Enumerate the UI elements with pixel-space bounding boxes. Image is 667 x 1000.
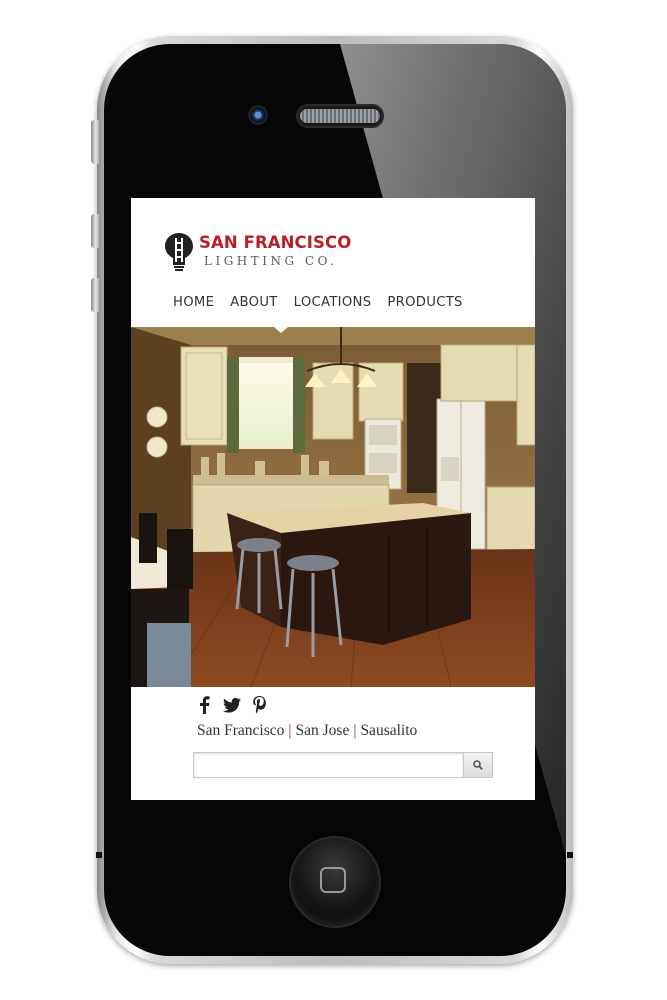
social-links [195, 696, 269, 714]
brand-name: SAN FRANCISCO [199, 233, 352, 252]
search-button[interactable] [463, 752, 493, 778]
mute-switch [91, 120, 99, 164]
speaker-grille [300, 109, 380, 123]
main-nav: HOME ABOUT LOCATIONS PRODUCTS [173, 295, 463, 310]
facebook-icon[interactable] [195, 696, 213, 714]
location-separator: | [353, 722, 357, 739]
nav-products[interactable]: PRODUCTS [387, 295, 462, 310]
location-sausalito[interactable]: Sausalito [360, 722, 417, 739]
location-links: San Francisco | San Jose | Sausalito [197, 722, 417, 740]
nav-locations[interactable]: LOCATIONS [294, 295, 372, 310]
phone-screen: SAN FRANCISCO LIGHTING CO. HOME ABOUT LO… [131, 198, 535, 800]
frame-rail-left [96, 852, 102, 858]
nav-about[interactable]: ABOUT [230, 295, 277, 310]
home-square-icon [320, 867, 346, 893]
brand-subtitle: LIGHTING CO. [204, 254, 338, 268]
volume-up-button [91, 214, 99, 248]
front-camera [248, 105, 268, 125]
pinterest-icon[interactable] [251, 696, 269, 714]
frame-rail-right [567, 852, 573, 858]
hero-kitchen-photo [131, 327, 535, 687]
active-nav-indicator [274, 327, 288, 333]
twitter-icon[interactable] [223, 696, 241, 714]
location-san-francisco[interactable]: San Francisco [197, 722, 284, 739]
search-icon [473, 760, 483, 770]
volume-down-button [91, 278, 99, 312]
earpiece-speaker [296, 104, 384, 128]
nav-home[interactable]: HOME [173, 295, 214, 310]
golden-gate-tower-icon [165, 233, 193, 271]
search-bar [193, 752, 493, 778]
location-separator: | [288, 722, 292, 739]
search-input[interactable] [193, 752, 463, 778]
home-button[interactable] [291, 838, 379, 926]
location-san-jose[interactable]: San Jose [296, 722, 350, 739]
